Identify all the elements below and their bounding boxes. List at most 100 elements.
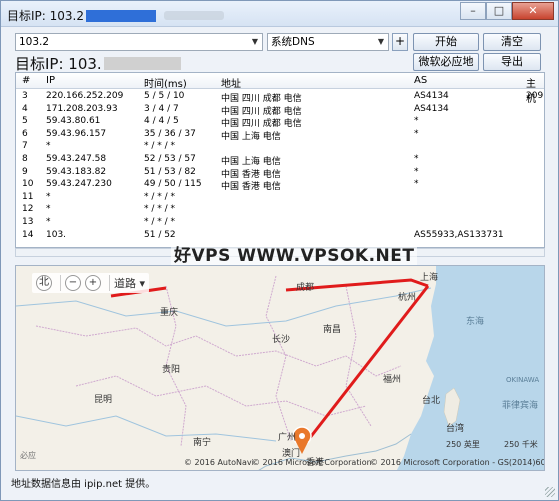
table-cell: 35 / 36 / 37	[144, 128, 196, 139]
table-cell: 220.166.252.209	[46, 91, 124, 101]
city-label-fuzhou: 福州	[383, 375, 402, 385]
column-header-address[interactable]: 地址	[221, 75, 241, 90]
table-cell: 5	[22, 116, 28, 127]
table-cell: 59.43.80.61	[46, 116, 101, 127]
watermark-text: 好VPS WWW.VPSOK.NET	[171, 241, 418, 266]
table-cell: *	[414, 128, 419, 139]
table-cell: 59.43.96.157	[46, 128, 107, 139]
zoom-in-button[interactable]: +	[85, 275, 101, 291]
column-header-time[interactable]: 时间(ms)	[144, 75, 187, 90]
region-label-okinawa: OKINAWA	[506, 376, 540, 384]
map-style-selector[interactable]: 道路	[114, 275, 136, 291]
table-cell: 59.43.247.230	[46, 179, 112, 190]
minimize-button[interactable]: –	[460, 2, 486, 20]
table-cell: 171.208.203.93	[46, 103, 118, 114]
table-cell: 8	[22, 154, 28, 164]
table-row[interactable]: 14 103. 51 / 52 AS55933,AS133731	[16, 230, 544, 242]
city-label-changsha: 长沙	[272, 335, 291, 345]
table-cell: 3	[22, 91, 28, 101]
table-row[interactable]: 4 171.208.203.93 3 / 4 / 7 中国 四川 成都 电信 AS413…	[16, 103, 544, 117]
table-cell: 59.43.183.82	[46, 166, 107, 177]
table-cell: 12	[22, 204, 34, 215]
table-cell: *	[414, 166, 419, 177]
table-row[interactable]: 3 220.166.252.209 5 / 5 / 10 中国 四川 成都 电信 AS4…	[16, 91, 544, 104]
window-controls: – □ ✕	[460, 2, 554, 20]
app-window: 目标IP: 103.2 – □ ✕ 103.2 ▼ 系统DNS ▼ + 开始 清…	[0, 0, 559, 501]
table-cell: 中国 香港 电信	[221, 182, 281, 193]
table-row[interactable]: 6 59.43.96.157 35 / 36 / 37 中国 上海 电信 *	[16, 128, 544, 142]
sea-label-philippine-sea: 菲律宾海	[502, 401, 539, 411]
table-row[interactable]: 12 * * / * / *	[16, 204, 544, 216]
city-label-chengdu: 成都	[296, 283, 315, 293]
table-cell: 52 / 53 / 57	[144, 154, 196, 164]
map-toolbar: 北 − + 道路 ▾	[32, 273, 150, 293]
table-cell: AS4134	[414, 103, 449, 114]
city-label-nanning: 南宁	[193, 438, 212, 448]
blurred-text	[164, 11, 224, 20]
map-copyright-gs: © 2016 Microsoft Corporation - GS(2014)6…	[370, 458, 545, 467]
table-cell: 中国 四川 成都 电信	[221, 94, 302, 104]
map-view[interactable]: 北 − + 道路 ▾ 上海 杭州 成都 重庆 南昌 长沙 贵阳 福州 台北 昆明…	[15, 265, 545, 471]
table-cell: *	[46, 141, 51, 152]
table-cell: * / * / *	[144, 191, 176, 202]
toolbar-divider	[109, 275, 110, 291]
clear-button[interactable]: 清空	[483, 33, 541, 51]
table-row[interactable]: 9 59.43.183.82 51 / 53 / 82 中国 香港 电信 *	[16, 166, 544, 180]
resize-grip-icon[interactable]	[545, 487, 555, 497]
table-cell: AS4134	[414, 91, 449, 101]
dns-select[interactable]: 系统DNS ▼	[267, 33, 389, 51]
column-header-number[interactable]: #	[22, 75, 30, 86]
close-button[interactable]: ✕	[512, 2, 554, 20]
zoom-out-button[interactable]: −	[65, 275, 81, 291]
table-cell: 3 / 4 / 7	[144, 103, 179, 114]
table-cell: 9	[22, 166, 28, 177]
table-cell: 11	[22, 191, 34, 202]
table-cell: 10	[22, 179, 34, 190]
redacted-ip-mask	[86, 10, 156, 22]
city-label-nanchang: 南昌	[323, 325, 342, 335]
export-button[interactable]: 导出	[483, 53, 541, 71]
toolbar-divider	[60, 275, 61, 291]
column-header-as[interactable]: AS	[414, 75, 427, 86]
table-cell: 中国 上海 电信	[221, 157, 281, 167]
city-label-guangzhou: 广州	[278, 433, 297, 443]
redacted-ip-mask	[103, 57, 181, 70]
map-copyright-microsoft: © 2016 Microsoft Corporation	[252, 458, 372, 467]
table-cell: *	[46, 217, 51, 227]
city-label-chongqing: 重庆	[160, 308, 179, 318]
chevron-down-icon[interactable]: ▼	[374, 34, 388, 50]
window-title: 目标IP: 103.2	[7, 7, 224, 24]
toolbar: 103.2 ▼ 系统DNS ▼ + 开始 清空	[1, 31, 558, 51]
table-cell: AS55933,AS133731	[414, 229, 504, 240]
target-input[interactable]: 103.2 ▼	[15, 33, 263, 51]
table-row[interactable]: 7 * * / * / *	[16, 141, 544, 153]
table-row[interactable]: 5 59.43.80.61 4 / 4 / 5 中国 四川 成都 电信 *	[16, 116, 544, 130]
maximize-button[interactable]: □	[486, 2, 512, 20]
scale-kilometers: 250 千米	[504, 440, 538, 449]
table-row[interactable]: 13 * * / * / *	[16, 217, 544, 229]
chevron-down-icon[interactable]: ▼	[248, 34, 262, 50]
table-cell: 51 / 52	[144, 229, 176, 240]
table-cell: 中国 四川 成都 电信	[221, 119, 302, 130]
table-row[interactable]: 8 59.43.247.58 52 / 53 / 57 中国 上海 电信 *	[16, 154, 544, 167]
table-cell: 中国 香港 电信	[221, 169, 281, 180]
table-cell: *	[46, 204, 51, 215]
table-row[interactable]: 11 * * / * / *	[16, 192, 544, 204]
table-cell: 中国 上海 电信	[221, 131, 281, 142]
table-row[interactable]: 10 59.43.247.230 49 / 50 / 115 中国 香港 电信 *	[16, 179, 544, 193]
compass-north-icon[interactable]: 北	[36, 275, 52, 291]
table-cell: 4	[22, 103, 28, 114]
target-input-value: 103.2	[19, 36, 50, 48]
add-button[interactable]: +	[392, 33, 408, 51]
table-cell: *	[414, 116, 419, 127]
table-cell: 51 / 53 / 82	[144, 166, 196, 177]
table-cell: 中国 四川 成都 电信	[221, 106, 302, 117]
chevron-down-icon[interactable]: ▾	[136, 277, 145, 290]
window-title-text: 目标IP: 103.2	[7, 9, 84, 23]
start-button[interactable]: 开始	[413, 33, 479, 51]
status-bar-text: 地址数据信息由 ipip.net 提供。	[11, 479, 156, 490]
bing-map-button[interactable]: 微软必应地图	[413, 53, 479, 84]
target-ip-heading-text: 目标IP: 103.	[15, 55, 102, 73]
bing-logo: 必应	[20, 451, 36, 460]
column-header-ip[interactable]: IP	[46, 75, 55, 86]
